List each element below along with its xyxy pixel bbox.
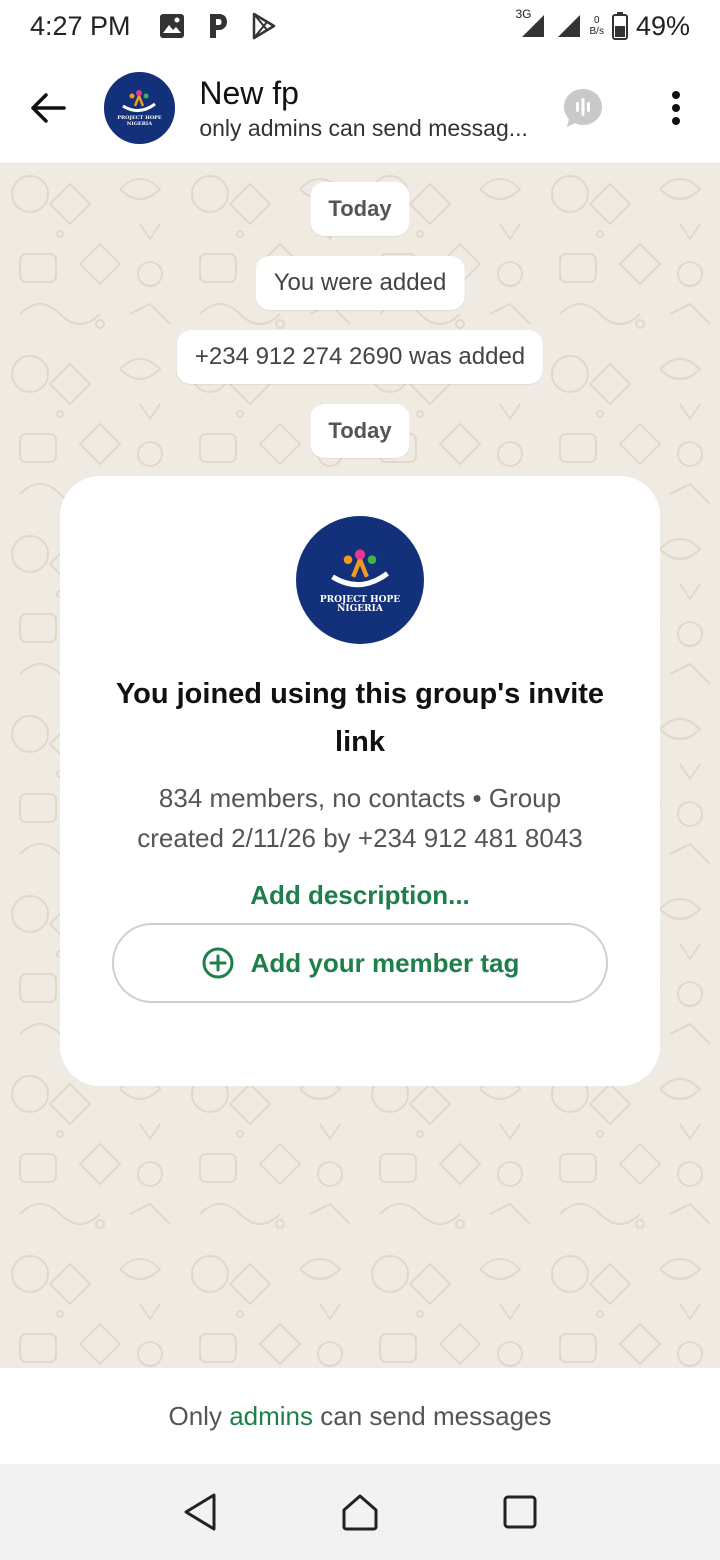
- home-icon: [342, 1494, 378, 1531]
- admin-only-notice: Only admins can send messages: [0, 1368, 720, 1464]
- status-bar: 4:27 PM 3G 0 B/s 49%: [0, 0, 720, 52]
- add-member-tag-label: Add your member tag: [250, 947, 520, 978]
- add-member-tag-button[interactable]: Add your member tag: [112, 923, 608, 1003]
- admins-link[interactable]: admins: [229, 1401, 313, 1432]
- nav-home-button[interactable]: [320, 1472, 400, 1552]
- plus-circle-icon: [202, 947, 234, 979]
- system-message: You were added: [255, 256, 465, 310]
- triangle-back-icon: [184, 1493, 216, 1531]
- group-avatar[interactable]: PROJECT HOPE NIGERIA: [103, 71, 176, 144]
- date-divider: Today: [310, 182, 410, 236]
- p-app-icon: [207, 12, 229, 40]
- network-type: 3G: [515, 7, 532, 21]
- data-speed-value: 0: [593, 15, 600, 26]
- signal-icon: [554, 13, 582, 39]
- battery-icon: [611, 12, 628, 40]
- arrow-left-icon: [31, 92, 66, 123]
- system-nav-bar: [0, 1464, 720, 1560]
- status-time: 4:27 PM: [30, 10, 131, 41]
- group-avatar-large[interactable]: PROJECT HOPE NIGERIA: [296, 516, 424, 644]
- group-name: New fp: [199, 74, 299, 111]
- notice-suffix: can send messages: [313, 1400, 552, 1431]
- notice-prefix: Only: [168, 1400, 230, 1431]
- square-recents-icon: [503, 1495, 537, 1529]
- logo-line2: NIGERIA: [126, 120, 153, 127]
- logo-line2: NIGERIA: [337, 604, 383, 614]
- project-hope-logo-icon: [331, 548, 389, 587]
- nav-recents-button[interactable]: [480, 1472, 560, 1552]
- group-info-card: PROJECT HOPE NIGERIA You joined using th…: [60, 476, 660, 1086]
- chat-area[interactable]: Today You were added +234 912 274 2690 w…: [0, 164, 720, 1368]
- data-speed-unit: B/s: [589, 26, 604, 37]
- back-button[interactable]: [0, 52, 96, 164]
- add-description-link[interactable]: Add description...: [250, 880, 470, 911]
- chat-header: PROJECT HOPE NIGERIA New fp only admins …: [0, 52, 720, 164]
- invite-title: You joined using this group's invite lin…: [115, 678, 605, 758]
- voice-chat-icon: [564, 88, 602, 127]
- gallery-icon: [159, 13, 185, 39]
- more-vertical-icon: [672, 90, 680, 125]
- battery-percent: 49%: [635, 10, 690, 41]
- nav-back-button[interactable]: [160, 1472, 240, 1552]
- project-hope-logo-icon: [122, 90, 157, 113]
- more-options-button[interactable]: [648, 68, 704, 148]
- play-store-icon: [251, 12, 277, 40]
- group-subtitle: only admins can send messag...: [199, 114, 528, 141]
- date-divider: Today: [310, 404, 410, 458]
- header-info[interactable]: New fp only admins can send messag...: [199, 73, 548, 143]
- voice-chat-button[interactable]: [548, 73, 618, 143]
- signal-3g-icon: 3G: [516, 7, 546, 39]
- group-meta: 834 members, no contacts • Group created…: [137, 783, 583, 853]
- system-message: +234 912 274 2690 was added: [176, 330, 544, 384]
- data-speed: 0 B/s: [590, 15, 604, 37]
